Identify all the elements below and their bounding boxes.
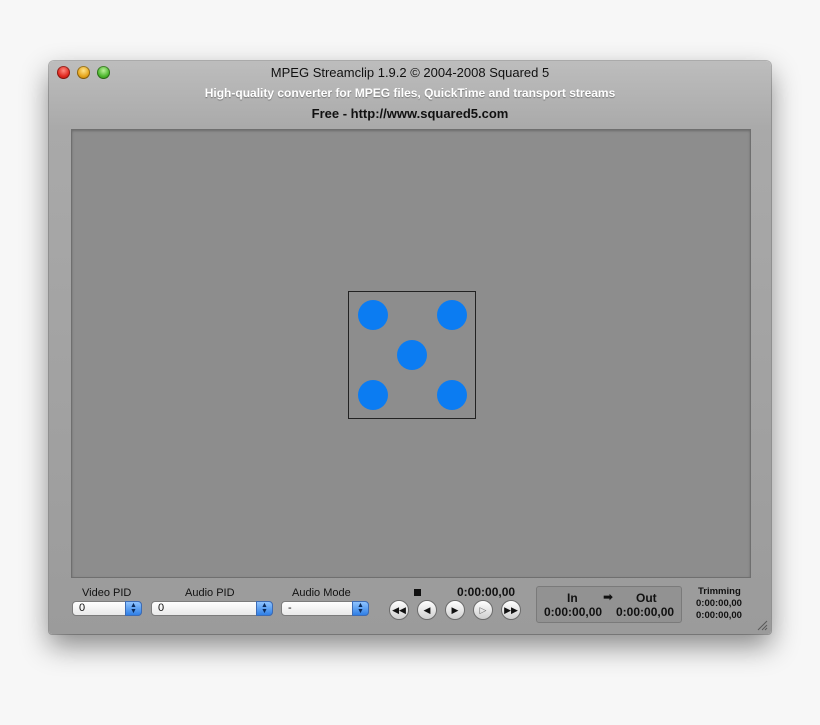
video-pid-select[interactable]: 0 ▲ ▼	[72, 601, 142, 616]
play-outline-icon: ▷	[479, 605, 487, 615]
dice-dot	[437, 380, 467, 410]
play-button[interactable]: ▶	[445, 600, 465, 620]
in-time: 0:00:00,00	[544, 605, 603, 619]
video-viewer	[71, 129, 751, 578]
play-icon: ▶	[451, 605, 459, 615]
video-pid-label: Video PID	[82, 587, 132, 599]
in-out-panel: In ➡ Out 0:00:00,00 0:00:00,00	[536, 586, 682, 623]
in-label: In	[567, 591, 578, 605]
audio-mode-select[interactable]: - ▲ ▼	[281, 601, 369, 616]
dice-dot	[358, 380, 388, 410]
out-label: Out	[636, 591, 657, 605]
updown-arrow-icon: ▲ ▼	[352, 601, 369, 616]
updown-arrow-icon: ▲ ▼	[125, 601, 142, 616]
audio-pid-value: 0	[158, 602, 165, 614]
dice-dot	[397, 340, 427, 370]
app-window: MPEG Streamclip 1.9.2 © 2004-2008 Square…	[49, 61, 771, 634]
window-title: MPEG Streamclip 1.9.2 © 2004-2008 Square…	[270, 65, 550, 80]
current-time: 0:00:00,00	[457, 585, 516, 599]
audio-pid-select[interactable]: 0 ▲ ▼	[151, 601, 273, 616]
window-subtitle: High-quality converter for MPEG files, Q…	[204, 86, 616, 100]
trimming-value-1: 0:00:00,00	[696, 598, 742, 609]
step-back-button[interactable]: ◀	[417, 600, 437, 620]
stop-icon[interactable]	[414, 589, 421, 596]
audio-mode-label: Audio Mode	[292, 587, 351, 599]
step-back-icon: ◀	[423, 605, 431, 615]
updown-arrow-icon: ▲ ▼	[256, 601, 273, 616]
play-outline-button[interactable]: ▷	[473, 600, 493, 620]
audio-pid-label: Audio PID	[185, 587, 235, 599]
fast-forward-button[interactable]: ▶▶	[501, 600, 521, 620]
arrow-right-icon: ➡	[603, 590, 614, 604]
audio-mode-value: -	[288, 602, 292, 614]
fast-backward-icon: ◀◀	[392, 605, 406, 615]
fast-forward-icon: ▶▶	[504, 605, 518, 615]
fast-backward-button[interactable]: ◀◀	[389, 600, 409, 620]
free-website-line: Free - http://www.squared5.com	[311, 106, 509, 121]
video-pid-value: 0	[79, 602, 86, 614]
resize-grip-icon[interactable]	[757, 620, 768, 631]
trimming-value-2: 0:00:00,00	[696, 610, 742, 621]
dice-dot	[437, 300, 467, 330]
out-time: 0:00:00,00	[616, 605, 675, 619]
trimming-label: Trimming	[698, 586, 741, 597]
dice-dot	[358, 300, 388, 330]
dice-five-icon	[348, 291, 476, 419]
